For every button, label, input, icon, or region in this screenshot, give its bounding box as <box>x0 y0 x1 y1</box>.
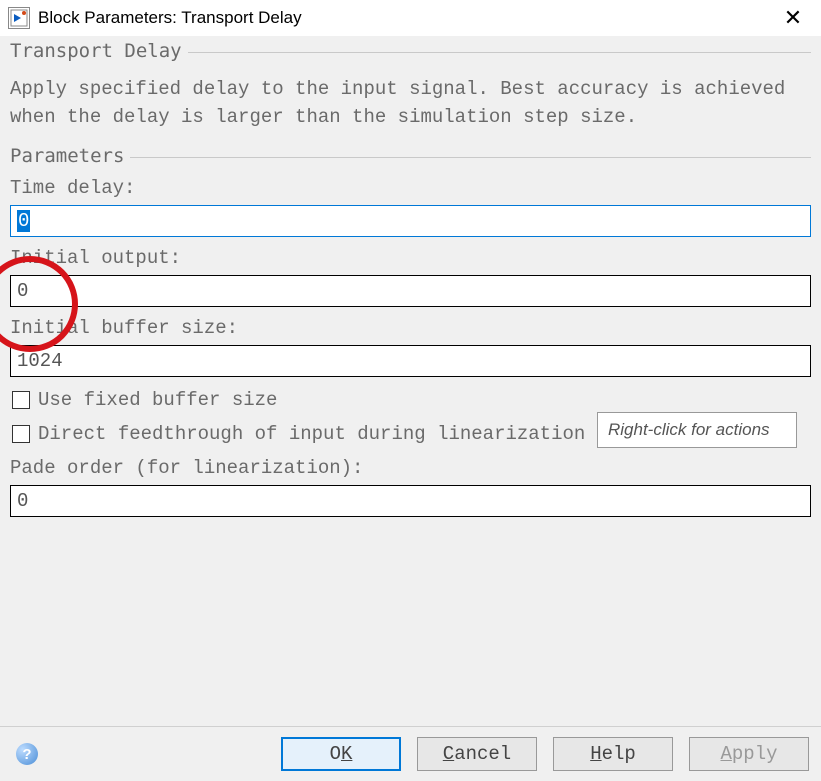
dialog-window: Block Parameters: Transport Delay ✕ Tran… <box>0 0 821 781</box>
pade-order-value: 0 <box>17 490 28 512</box>
initial-buffer-input[interactable]: 1024 <box>10 345 811 377</box>
button-bar: ? OK Cancel Help Apply <box>0 726 821 781</box>
initial-output-value: 0 <box>17 280 28 302</box>
initial-output-input[interactable]: 0 <box>10 275 811 307</box>
group-label-parameters: Parameters <box>10 145 130 167</box>
ok-button[interactable]: OK <box>281 737 401 771</box>
app-icon <box>8 7 30 29</box>
ok-button-text-u: K <box>341 743 352 765</box>
group-transport-delay: Transport Delay <box>10 40 811 62</box>
initial-buffer-value: 1024 <box>17 350 63 372</box>
group-parameters: Parameters <box>10 145 811 167</box>
help-button-text-u: H <box>590 743 601 765</box>
use-fixed-buffer-checkbox[interactable]: Use fixed buffer size <box>10 389 811 411</box>
initial-buffer-label: Initial buffer size: <box>10 317 811 339</box>
time-delay-label: Time delay: <box>10 177 811 199</box>
context-tooltip: Right-click for actions <box>597 412 797 448</box>
pade-order-label: Pade order (for linearization): <box>10 457 811 479</box>
apply-button[interactable]: Apply <box>689 737 809 771</box>
cancel-button-text-post: ancel <box>454 743 511 765</box>
help-icon[interactable]: ? <box>16 743 38 765</box>
time-delay-value: 0 <box>17 210 30 232</box>
close-button[interactable]: ✕ <box>773 5 813 31</box>
apply-button-text-u: A <box>720 743 731 765</box>
window-title: Block Parameters: Transport Delay <box>38 8 773 28</box>
time-delay-input[interactable]: 0 <box>10 205 811 237</box>
direct-feedthrough-label: Direct feedthrough of input during linea… <box>38 423 585 445</box>
group-label-transport-delay: Transport Delay <box>10 40 188 62</box>
help-button[interactable]: Help <box>553 737 673 771</box>
help-button-text-post: elp <box>602 743 636 765</box>
cancel-button[interactable]: Cancel <box>417 737 537 771</box>
use-fixed-buffer-label: Use fixed buffer size <box>38 389 277 411</box>
checkbox-icon <box>12 425 30 443</box>
block-description: Apply specified delay to the input signa… <box>10 68 811 145</box>
apply-button-text-post: pply <box>732 743 778 765</box>
initial-output-label: Initial output: <box>10 247 811 269</box>
checkbox-icon <box>12 391 30 409</box>
titlebar: Block Parameters: Transport Delay ✕ <box>0 0 821 36</box>
ok-button-text-pre: O <box>330 743 341 765</box>
pade-order-input[interactable]: 0 <box>10 485 811 517</box>
cancel-button-text-u: C <box>443 743 454 765</box>
